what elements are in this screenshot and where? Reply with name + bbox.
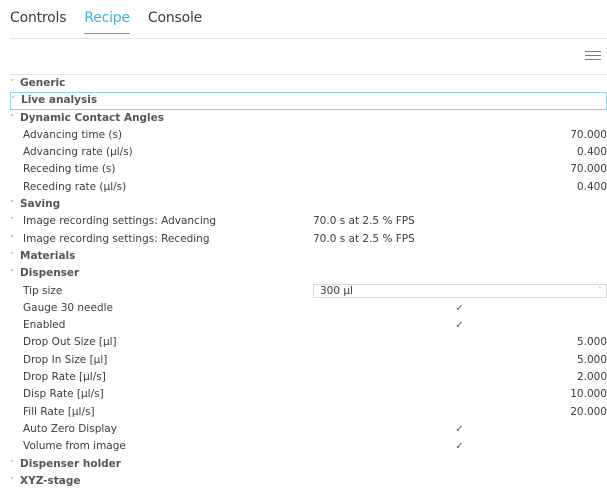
- property-label: Drop In Size [µl]: [23, 353, 108, 366]
- select-value: 300 µl: [320, 284, 353, 297]
- tab-controls[interactable]: Controls: [10, 10, 67, 34]
- property-label: Image recording settings: Receding: [23, 232, 210, 245]
- property-label: Tip size: [23, 284, 63, 297]
- property-label: Auto Zero Display: [23, 422, 117, 435]
- section-saving[interactable]: ˄ Saving: [10, 196, 607, 213]
- property-value[interactable]: 70.0 s at 2.5 % FPS: [313, 213, 415, 230]
- property-tip-size[interactable]: Tip size 300 µl ˅: [10, 283, 607, 300]
- property-label: Volume from image: [23, 440, 126, 453]
- property-volume-from-image[interactable]: Volume from image ✓: [10, 438, 607, 455]
- chevron-up-icon: ˄: [10, 113, 15, 124]
- property-label: Advancing rate (µl/s): [23, 146, 133, 159]
- section-label: Dispenser holder: [20, 457, 121, 470]
- property-label: Enabled: [23, 319, 66, 332]
- property-auto-zero-display[interactable]: Auto Zero Display ✓: [10, 421, 607, 438]
- chevron-up-icon: ˄: [10, 269, 15, 280]
- property-value[interactable]: 70.000: [570, 127, 607, 144]
- chevron-down-icon: ˅: [10, 217, 15, 228]
- tabs-divider: [10, 38, 607, 39]
- property-drop-out-size[interactable]: Drop Out Size [µl] 5.000: [10, 334, 607, 351]
- property-label: Disp Rate [µl/s]: [23, 388, 104, 401]
- property-value[interactable]: 10.000: [570, 386, 607, 403]
- section-label: Saving: [20, 198, 61, 211]
- chevron-down-icon: ˅: [10, 459, 15, 470]
- property-value[interactable]: 0.400: [577, 179, 607, 196]
- property-image-recording-receding[interactable]: ˅ Image recording settings: Receding 70.0…: [10, 231, 607, 248]
- property-value[interactable]: 70.000: [570, 161, 607, 178]
- property-label: Gauge 30 needle: [23, 301, 114, 314]
- property-label: Receding time (s): [23, 163, 116, 176]
- chevron-down-icon: ˅: [10, 79, 15, 89]
- property-label: Drop Out Size [µl]: [23, 336, 117, 349]
- property-drop-rate[interactable]: Drop Rate [µl/s] 2.000: [10, 369, 607, 386]
- property-value[interactable]: 0.400: [577, 144, 607, 161]
- property-label: Receding rate (µl/s): [23, 180, 127, 193]
- property-disp-rate[interactable]: Disp Rate [µl/s] 10.000: [10, 386, 607, 403]
- checkbox-check-icon[interactable]: ✓: [454, 424, 465, 435]
- chevron-down-icon: ˅: [598, 285, 602, 295]
- tab-recipe[interactable]: Recipe: [84, 10, 130, 34]
- property-advancing-time[interactable]: Advancing time (s) 70.000: [10, 127, 607, 144]
- section-xyz-stage[interactable]: ˅ XYZ-stage: [10, 473, 607, 490]
- chevron-down-icon: ˅: [10, 234, 15, 245]
- chevron-down-icon: ˅: [11, 96, 16, 107]
- tip-size-select[interactable]: 300 µl ˅: [313, 283, 607, 298]
- property-receding-rate[interactable]: Receding rate (µl/s) 0.400: [10, 179, 607, 196]
- section-label: XYZ-stage: [20, 474, 81, 487]
- property-fill-rate[interactable]: Fill Rate [µl/s] 20.000: [10, 404, 607, 421]
- chevron-down-icon: ˅: [10, 251, 15, 262]
- property-value[interactable]: 5.000: [577, 334, 607, 351]
- checkbox-check-icon[interactable]: ✓: [454, 441, 465, 452]
- property-label: Image recording settings: Advancing: [23, 215, 217, 228]
- section-generic[interactable]: ˅ Generic: [10, 75, 607, 92]
- property-label: Advancing time (s): [23, 128, 123, 141]
- section-dispenser-holder[interactable]: ˅ Dispenser holder: [10, 456, 607, 473]
- recipe-tree: ˅ Generic ˅ Live analysis ˄ Dynamic Contact…: [10, 75, 607, 490]
- property-image-recording-advancing[interactable]: ˅ Image recording settings: Advancing 70.…: [10, 213, 607, 230]
- section-label: Materials: [20, 249, 76, 262]
- hamburger-menu-icon[interactable]: [585, 48, 601, 62]
- property-receding-time[interactable]: Receding time (s) 70.000: [10, 161, 607, 178]
- section-dispenser[interactable]: ˄ Dispenser: [10, 265, 607, 282]
- property-drop-in-size[interactable]: Drop In Size [µl] 5.000: [10, 352, 607, 369]
- section-label: Dispenser: [20, 267, 80, 280]
- checkbox-check-icon[interactable]: ✓: [454, 320, 465, 331]
- tab-bar: Controls Recipe Console: [10, 10, 202, 34]
- tab-console[interactable]: Console: [148, 10, 202, 34]
- chevron-up-icon: ˄: [10, 200, 15, 211]
- section-materials[interactable]: ˅ Materials: [10, 248, 607, 265]
- section-dynamic-contact-angles[interactable]: ˄ Dynamic Contact Angles: [10, 110, 607, 127]
- section-label: Generic: [20, 77, 66, 89]
- property-value[interactable]: 5.000: [577, 352, 607, 369]
- checkbox-check-icon[interactable]: ✓: [454, 303, 465, 314]
- property-gauge-30-needle[interactable]: Gauge 30 needle ✓: [10, 300, 607, 317]
- property-value[interactable]: 70.0 s at 2.5 % FPS: [313, 231, 415, 248]
- section-label: Dynamic Contact Angles: [20, 111, 165, 124]
- section-live-analysis[interactable]: ˅ Live analysis: [10, 92, 607, 110]
- property-value[interactable]: 2.000: [577, 369, 607, 386]
- property-label: Fill Rate [µl/s]: [23, 405, 95, 418]
- property-enabled[interactable]: Enabled ✓: [10, 317, 607, 334]
- section-label: Live analysis: [21, 94, 98, 107]
- property-value[interactable]: 20.000: [570, 404, 607, 421]
- property-label: Drop Rate [µl/s]: [23, 371, 106, 384]
- property-advancing-rate[interactable]: Advancing rate (µl/s) 0.400: [10, 144, 607, 161]
- chevron-down-icon: ˅: [10, 476, 15, 487]
